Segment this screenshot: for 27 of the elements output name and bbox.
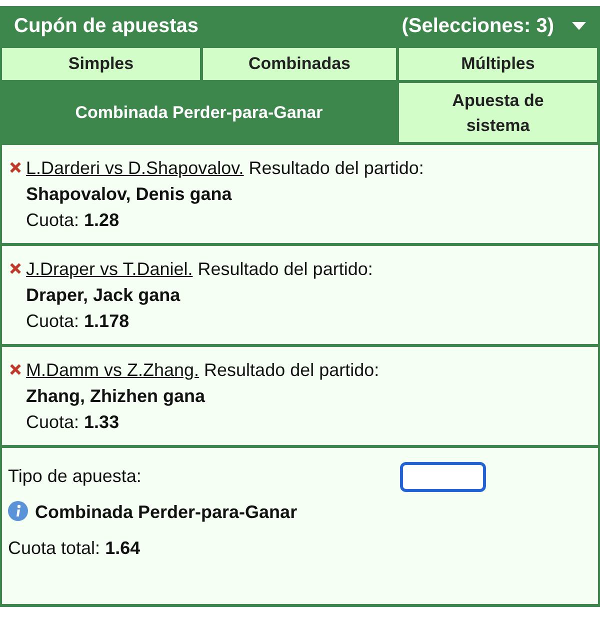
total-odds: Cuota total: 1.64 bbox=[8, 537, 142, 560]
match-link[interactable]: L.Darderi vs D.Shapovalov. bbox=[26, 158, 244, 178]
caret-icon[interactable] bbox=[572, 22, 586, 30]
match-link[interactable]: J.Draper vs T.Daniel. bbox=[26, 259, 193, 279]
remove-icon[interactable] bbox=[10, 364, 21, 375]
bet-type-tab[interactable]: Combinadas bbox=[203, 48, 396, 80]
selection-odds: Cuota: 1.178 bbox=[26, 310, 130, 333]
bet-type-label: Tipo de apuesta: bbox=[8, 465, 142, 488]
match-link[interactable]: M.Damm vs Z.Zhang. bbox=[26, 360, 200, 380]
bet-type-tab[interactable]: Apuesta de sistema bbox=[399, 83, 597, 142]
selection-description: J.Draper vs T.Daniel. Resultado del partido: bbox=[26, 258, 373, 281]
info-icon[interactable] bbox=[8, 501, 28, 521]
selection-odds: Cuota: 1.28 bbox=[26, 209, 120, 232]
remove-icon[interactable] bbox=[10, 263, 21, 274]
selection-odds: Cuota: 1.33 bbox=[26, 411, 120, 434]
selection-description: L.Darderi vs D.Shapovalov. Resultado del partido: bbox=[26, 157, 424, 180]
stake-field[interactable] bbox=[400, 462, 486, 492]
selection-pick: Shapovalov, Denis gana bbox=[26, 183, 233, 206]
bet-type-name: Combinada Perder-para-Ganar bbox=[35, 502, 298, 522]
slip-title: Cupón de apuestas bbox=[14, 14, 200, 38]
selection-pick: Zhang, Zhizhen gana bbox=[26, 385, 206, 408]
bet-type-tab[interactable]: Simples bbox=[2, 48, 200, 80]
bet-type-tab[interactable]: Múltiples bbox=[399, 48, 597, 80]
selection-description: M.Damm vs Z.Zhang. Resultado del partido: bbox=[26, 359, 380, 382]
selection-count: (Selecciones: 3) bbox=[402, 14, 554, 38]
remove-icon[interactable] bbox=[10, 162, 21, 173]
selection-pick: Draper, Jack gana bbox=[26, 284, 182, 307]
